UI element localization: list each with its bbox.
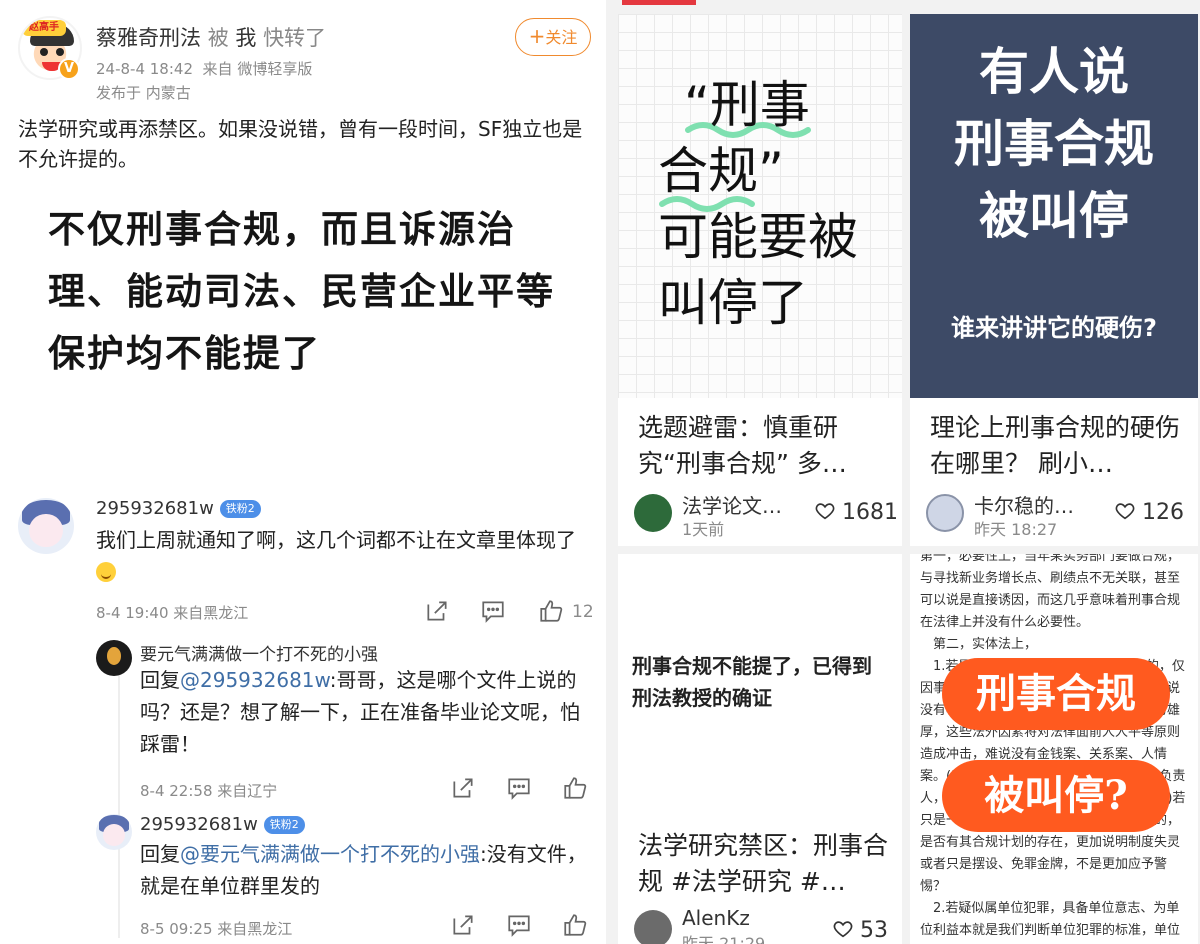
plus-icon: + xyxy=(528,24,546,48)
avatar-tag: 赵高手 xyxy=(22,20,66,36)
author-name[interactable]: 蔡雅奇刑法 xyxy=(96,26,201,50)
follow-label: 关注 xyxy=(545,28,578,47)
reply-meta: 8-5 09:25 来自黑龙江 xyxy=(140,920,293,938)
thread-divider xyxy=(118,648,120,938)
heart-icon xyxy=(833,921,853,938)
share-icon[interactable] xyxy=(450,775,476,801)
document-text: 第一，必要性上，当年某实务部门要做合规，与寻找新业务增长点、刷绩点不无关联，甚至… xyxy=(920,554,1186,938)
post-location: 发布于 内蒙古 xyxy=(96,84,191,102)
reply-text: 回复@要元气满满做一个打不死的小强:没有文件，就是在单位群里发的 xyxy=(140,842,587,898)
repost-action-label: 快转了 xyxy=(263,26,327,50)
reply-prefix: 回复 xyxy=(140,842,180,866)
card-like[interactable]: 53 xyxy=(832,918,888,943)
card-author: 卡尔稳的… xyxy=(974,494,1074,518)
share-icon[interactable] xyxy=(424,598,450,624)
fan-badge: 铁粉2 xyxy=(263,816,305,834)
comment-icon[interactable] xyxy=(506,775,532,801)
overlay-badge: 刑事合规 xyxy=(942,658,1170,730)
card-time: 昨天 21:29 xyxy=(682,934,766,944)
like-count: 53 xyxy=(860,918,888,943)
like-icon[interactable] xyxy=(538,598,564,624)
card-author: AlenKz xyxy=(682,906,750,930)
comment-user: 295932681w 铁粉2 xyxy=(96,498,261,519)
commenter-avatar[interactable] xyxy=(96,640,132,676)
comment-username[interactable]: 295932681w xyxy=(140,814,258,835)
feed-card[interactable]: 有人说 刑事合规 被叫停 谁来讲讲它的硬伤? 理论上刑事合规的硬伤在哪里？ 刷小… xyxy=(910,14,1198,546)
weibo-post-panel: 赵高手 V 蔡雅奇刑法 被 我 快转了 24-8-4 18:42 来自 微博轻享… xyxy=(0,0,606,944)
cover-subtitle: 谁来讲讲它的硬伤? xyxy=(951,314,1157,342)
like-count: 126 xyxy=(1142,500,1184,525)
card-author: 法学论文… xyxy=(682,494,782,518)
card-cover: 第一，必要性上，当年某实务部门要做合规，与寻找新业务增长点、刷绩点不无关联，甚至… xyxy=(910,554,1198,944)
fan-badge: 铁粉2 xyxy=(219,500,261,518)
card-like[interactable]: 126 xyxy=(1114,500,1184,525)
heart-icon xyxy=(815,503,835,520)
card-time: 1天前 xyxy=(682,520,725,539)
share-icon[interactable] xyxy=(450,912,476,938)
card-title: 理论上刑事合规的硬伤在哪里？ 刷小… xyxy=(930,413,1181,478)
comment-meta: 8-4 19:40 来自黑龙江 xyxy=(96,604,249,622)
verified-badge-icon: V xyxy=(58,58,80,80)
repost-me-label[interactable]: 我 xyxy=(235,26,256,50)
card-like[interactable]: 1681 xyxy=(814,500,898,525)
like-icon[interactable] xyxy=(562,775,588,801)
repost-by-label: 被 xyxy=(207,26,229,50)
comment-username[interactable]: 295932681w xyxy=(96,498,214,519)
card-title: 选题避雷：慎重研究“刑事合规” 多… xyxy=(638,413,847,478)
heart-icon xyxy=(1115,503,1135,520)
author-avatar xyxy=(926,494,964,532)
reply-username[interactable]: 要元气满满做一个打不死的小强 xyxy=(140,640,378,665)
author-avatar xyxy=(634,910,672,944)
card-cover: 刑事合规不能提了，已得到刑法教授的确证 xyxy=(618,554,902,814)
cover-text: 有人说 刑事合规 被叫停 xyxy=(954,43,1154,245)
comment-icon[interactable] xyxy=(480,598,506,624)
post-timestamp: 24-8-4 18:42 xyxy=(96,60,193,78)
mention-link[interactable]: @295932681w xyxy=(180,668,330,692)
follow-button[interactable]: +关注 xyxy=(515,18,591,56)
commenter-avatar[interactable] xyxy=(96,814,132,850)
like-count: 1681 xyxy=(842,500,898,525)
cover-text: 刑事合规不能提了，已得到刑法教授的确证 xyxy=(632,654,872,710)
feed-card[interactable]: 第一，必要性上，当年某实务部门要做合规，与寻找新业务增长点、刷绩点不无关联，甚至… xyxy=(910,554,1198,944)
card-time: 昨天 18:27 xyxy=(974,520,1058,539)
post-text: 法学研究或再添禁区。如果没说错，曾有一段时间，SF独立也是不允许提的。 xyxy=(18,117,583,171)
post-image[interactable]: 不仅刑事合规，而且诉源治理、能动司法、民营企业平等保护均不能提了 xyxy=(0,184,606,474)
card-title: 法学研究禁区：刑事合规 #法学研究 #… xyxy=(638,831,889,896)
laugh-emoji-icon xyxy=(96,562,116,582)
like-icon[interactable] xyxy=(562,912,588,938)
like-count: 12 xyxy=(572,602,594,622)
feed-card[interactable]: “刑事 合规” 可能要被 叫停了 选题避雷：慎重研究“刑事合规” 多… 法学论文… xyxy=(618,14,902,546)
post-meta: 24-8-4 18:42 来自 微博轻享版 xyxy=(96,58,312,79)
reply-meta: 8-4 22:58 来自辽宁 xyxy=(140,782,278,800)
author-line: 蔡雅奇刑法 被 我 快转了 xyxy=(96,22,326,52)
feed-card[interactable]: 刑事合规不能提了，已得到刑法教授的确证 法学研究禁区：刑事合规 #法学研究 #…… xyxy=(618,554,902,944)
comment-user: 295932681w 铁粉2 xyxy=(140,814,305,835)
comment-text: 我们上周就通知了啊，这几个词都不让在文章里体现了 xyxy=(96,524,586,588)
card-cover: “刑事 合规” 可能要被 叫停了 xyxy=(618,14,902,398)
commenter-avatar[interactable] xyxy=(18,498,74,554)
card-cover: 有人说 刑事合规 被叫停 谁来讲讲它的硬伤? xyxy=(910,14,1198,398)
overlay-badge: 被叫停? xyxy=(942,760,1170,832)
active-tab-indicator xyxy=(622,0,696,5)
post-source: 来自 微博轻享版 xyxy=(202,60,313,78)
reply-text: 回复@295932681w:哥哥，这是哪个文件上说的吗？还是？想了解一下，正在准… xyxy=(140,668,580,756)
post-image-text: 不仅刑事合规，而且诉源治理、能动司法、民营企业平等保护均不能提了 xyxy=(48,207,555,375)
comment-icon[interactable] xyxy=(506,912,532,938)
mention-link[interactable]: @要元气满满做一个打不死的小强 xyxy=(180,842,480,866)
cover-text: “刑事 合规” 可能要被 叫停了 xyxy=(658,76,858,332)
reply-prefix: 回复 xyxy=(140,668,180,692)
note-feed-panel: “刑事 合规” 可能要被 叫停了 选题避雷：慎重研究“刑事合规” 多… 法学论文… xyxy=(612,0,1200,944)
author-avatar xyxy=(634,494,672,532)
